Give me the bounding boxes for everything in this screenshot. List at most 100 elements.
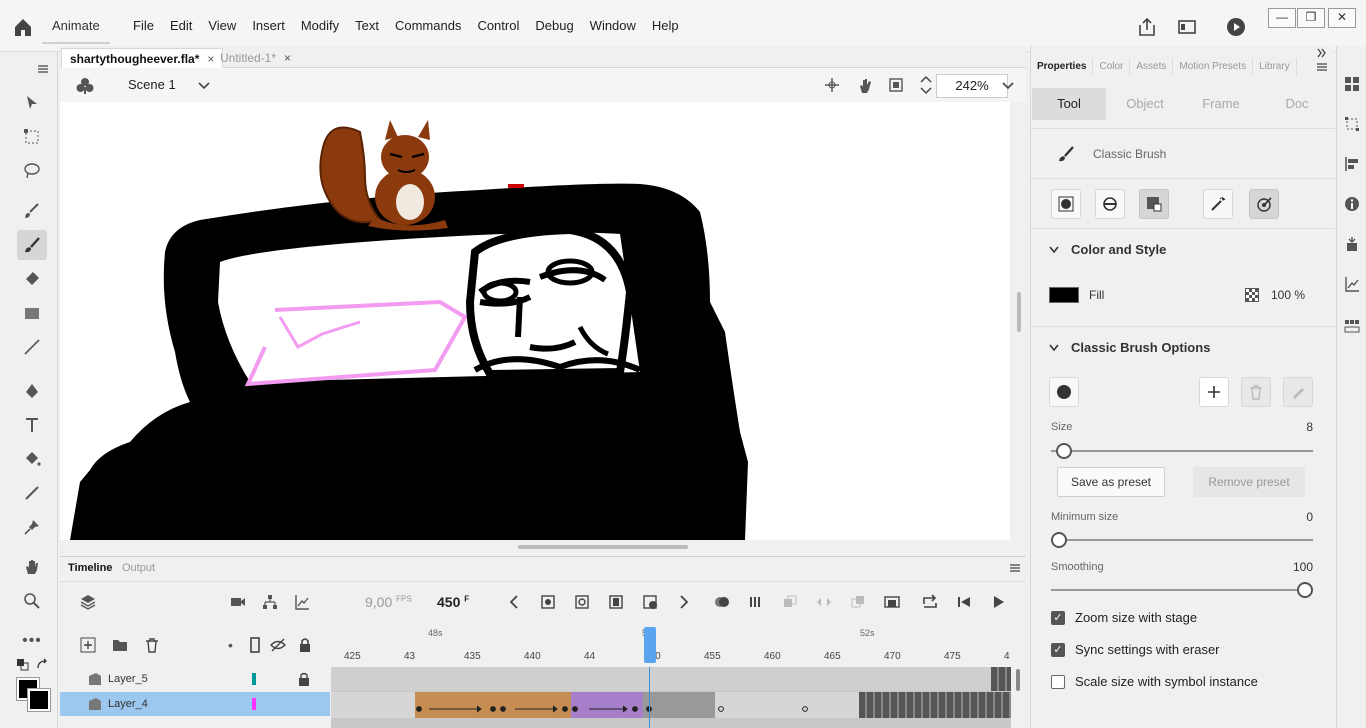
tab-timeline[interactable]: Timeline xyxy=(62,560,118,576)
zoom-stepper-icon[interactable] xyxy=(920,74,932,96)
menu-modify[interactable]: Modify xyxy=(293,16,347,36)
new-layer-icon[interactable] xyxy=(80,637,96,653)
classic-brush-options-header[interactable]: Classic Brush Options xyxy=(1071,340,1210,355)
save-as-preset-button[interactable]: Save as preset xyxy=(1057,467,1165,497)
paint-brush-tool[interactable] xyxy=(17,196,47,226)
menu-file[interactable]: File xyxy=(125,16,162,36)
home-icon[interactable] xyxy=(12,16,34,38)
minimum-size-slider-knob[interactable] xyxy=(1051,532,1067,548)
layer-row-layer-4[interactable]: Layer_4 xyxy=(60,692,330,716)
subtab-frame[interactable]: Frame xyxy=(1184,88,1258,120)
shape-tween-icon[interactable] xyxy=(816,594,832,610)
eyedropper-tool[interactable] xyxy=(17,478,47,508)
lock-fill-button[interactable] xyxy=(1139,189,1169,219)
fill-color-swatch[interactable] xyxy=(27,688,51,712)
brush-mode-button[interactable] xyxy=(1095,189,1125,219)
frames-grid[interactable] xyxy=(331,667,1011,728)
components-icon[interactable] xyxy=(1344,236,1360,252)
convert-to-symbol-icon[interactable] xyxy=(884,594,900,610)
zoom-field[interactable]: 242% xyxy=(936,74,1008,98)
layer-color-swatch[interactable] xyxy=(252,698,256,710)
tab-properties[interactable]: Properties xyxy=(1031,58,1094,76)
next-keyframe-icon[interactable] xyxy=(676,594,692,610)
keyframe-sequence[interactable] xyxy=(991,667,1011,691)
classic-tween-icon[interactable] xyxy=(850,594,866,610)
horizontal-scrollbar[interactable] xyxy=(518,545,688,549)
menu-commands[interactable]: Commands xyxy=(387,16,469,36)
menu-debug[interactable]: Debug xyxy=(527,16,581,36)
chevron-down-icon[interactable] xyxy=(1002,81,1014,91)
info-icon[interactable] xyxy=(1344,196,1360,212)
default-colors-icon[interactable] xyxy=(16,658,30,672)
smoothing-slider-knob[interactable] xyxy=(1297,582,1313,598)
sync-settings-with-eraser-checkbox[interactable]: ✓ xyxy=(1051,643,1065,657)
menu-insert[interactable]: Insert xyxy=(244,16,293,36)
step-back-icon[interactable] xyxy=(956,594,972,610)
hide-layers-icon[interactable] xyxy=(270,637,286,653)
lock-icon[interactable] xyxy=(298,672,310,686)
edit-multiple-frames-icon[interactable] xyxy=(748,594,764,610)
paint-bucket-tool[interactable] xyxy=(17,444,47,474)
swap-colors-icon[interactable] xyxy=(36,658,50,672)
scene-label[interactable]: Scene 1 xyxy=(128,77,176,92)
restore-button[interactable]: ❐ xyxy=(1297,8,1325,28)
layer-color-swatch[interactable] xyxy=(252,673,256,685)
zoom-size-with-stage-checkbox[interactable]: ✓ xyxy=(1051,611,1065,625)
transform-panel-icon[interactable] xyxy=(1344,116,1360,132)
tab-untitled-1[interactable]: Untitled-1* × xyxy=(212,48,299,68)
motion-editor-icon[interactable] xyxy=(1344,276,1360,292)
onion-skin-icon[interactable] xyxy=(714,594,730,610)
eraser-tool[interactable] xyxy=(17,264,47,294)
tab-library[interactable]: Library xyxy=(1253,58,1297,76)
lasso-tool[interactable] xyxy=(17,156,47,186)
menu-edit[interactable]: Edit xyxy=(162,16,200,36)
chevron-down-icon[interactable] xyxy=(1049,246,1059,254)
share-icon[interactable] xyxy=(1136,16,1158,38)
tab-assets[interactable]: Assets xyxy=(1130,58,1174,76)
smoothing-value[interactable]: 100 xyxy=(1283,560,1313,574)
color-and-style-header[interactable]: Color and Style xyxy=(1071,242,1166,257)
graph-icon[interactable] xyxy=(294,594,310,610)
selection-tool[interactable] xyxy=(17,88,47,118)
frame-ruler[interactable]: 48s 50s 52s 425 43 435 440 44 450 455 46… xyxy=(330,625,1010,667)
minimum-size-value[interactable]: 0 xyxy=(1293,510,1313,524)
pin-tool[interactable] xyxy=(17,512,47,542)
size-slider[interactable] xyxy=(1051,443,1313,459)
lock-icon[interactable] xyxy=(298,637,312,653)
camera-icon[interactable] xyxy=(230,594,246,610)
collapse-icon[interactable] xyxy=(1317,48,1327,58)
tab-shartythougheever[interactable]: shartythougheever.fla* × xyxy=(61,48,224,68)
trash-icon[interactable] xyxy=(144,637,160,653)
play-icon[interactable] xyxy=(990,594,1006,610)
object-drawing-button[interactable] xyxy=(1051,189,1081,219)
highlight-layers-icon[interactable]: • xyxy=(228,637,233,653)
stage-canvas[interactable] xyxy=(60,102,1010,540)
outline-layers-icon[interactable] xyxy=(248,637,262,653)
toolbar-menu-icon[interactable] xyxy=(38,64,48,74)
create-tween-icon[interactable] xyxy=(782,594,798,610)
frames-row-layer-5[interactable] xyxy=(331,667,1011,691)
classic-brush-tool[interactable] xyxy=(17,230,47,260)
swatches-icon[interactable] xyxy=(1344,76,1360,92)
insert-blank-keyframe-icon[interactable] xyxy=(574,594,590,610)
minimize-button[interactable]: — xyxy=(1268,8,1296,28)
close-window-button[interactable]: ✕ xyxy=(1328,8,1356,28)
loop-icon[interactable] xyxy=(922,594,938,610)
panel-menu-icon[interactable] xyxy=(1010,563,1020,573)
alpha-value[interactable]: 100 % xyxy=(1271,288,1305,302)
playhead[interactable] xyxy=(644,627,656,663)
size-slider-knob[interactable] xyxy=(1055,443,1072,459)
rectangle-tool[interactable] xyxy=(17,298,47,328)
menu-text[interactable]: Text xyxy=(347,16,387,36)
pen-tool[interactable] xyxy=(17,376,47,406)
insert-keyframe-icon[interactable] xyxy=(540,594,556,610)
menu-window[interactable]: Window xyxy=(582,16,644,36)
fps-readout[interactable]: 9,00 FPS xyxy=(365,594,412,610)
workspace-icon[interactable] xyxy=(1176,16,1198,38)
layer-name[interactable]: Layer_5 xyxy=(108,667,148,691)
clip-icon[interactable] xyxy=(888,77,904,93)
code-snippets-icon[interactable] xyxy=(1344,318,1360,334)
pressure-button[interactable] xyxy=(1203,189,1233,219)
rotate-stage-icon[interactable] xyxy=(856,77,874,95)
chevron-down-icon[interactable] xyxy=(198,81,210,91)
